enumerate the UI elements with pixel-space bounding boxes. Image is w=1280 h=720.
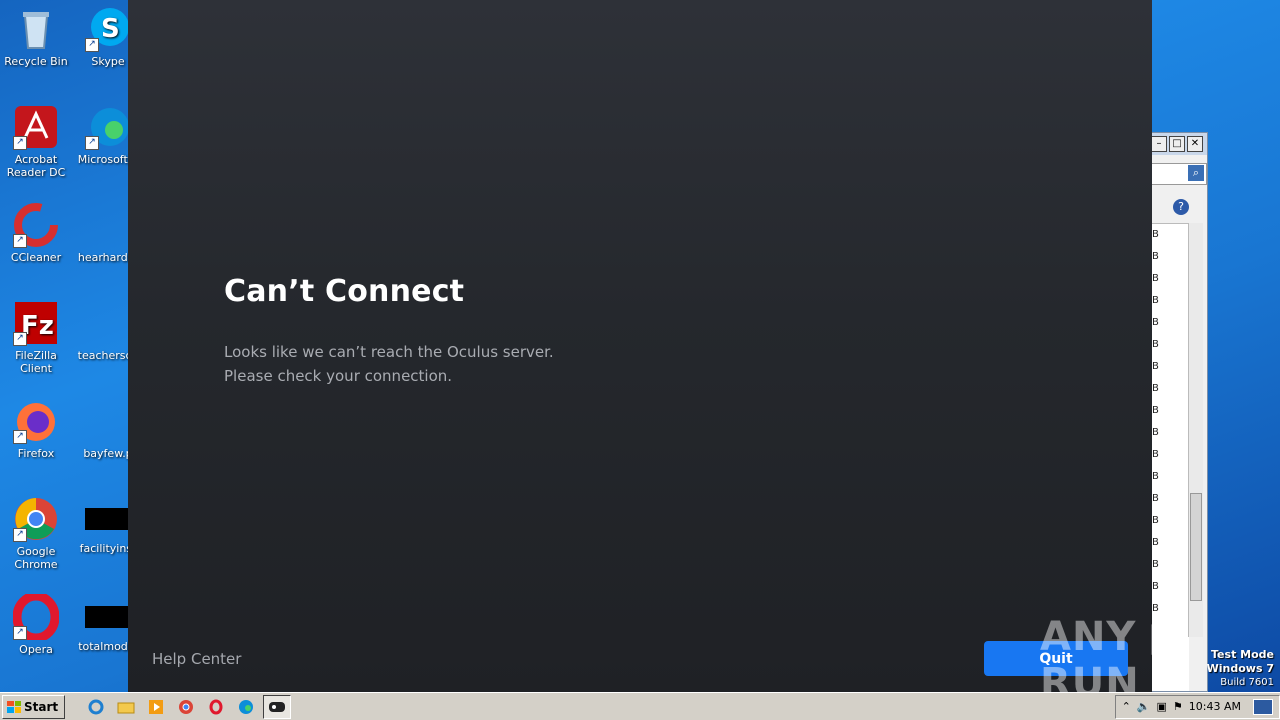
chrome-icon[interactable] [173,696,199,718]
shortcut-arrow-icon: ↗ [13,136,27,150]
desktop-icon-filezilla[interactable]: Fz ↗ FileZilla Client [0,300,72,375]
desktop-icon-label: Google Chrome [14,545,58,571]
list-item[interactable]: B [1151,268,1189,290]
list-item[interactable]: B [1151,246,1189,268]
page-title: Can’t Connect [224,274,465,309]
system-tray: ⌃ 🔈 ▣ ⚑ 10:43 AM [1114,694,1280,719]
list-item[interactable]: B [1151,224,1189,246]
search-input[interactable]: ⌕ [1151,163,1207,185]
file-icon [85,398,131,444]
shortcut-arrow-icon: ↗ [85,38,99,52]
network-icon[interactable]: ▣ [1157,700,1167,713]
list-item[interactable]: B [1151,290,1189,312]
vertical-scrollbar[interactable] [1188,223,1203,637]
tray-expand-icon[interactable]: ⌃ [1122,700,1131,713]
desktop-icon-acrobat[interactable]: ↗ Acrobat Reader DC [0,104,72,179]
volume-icon[interactable]: 🔈 [1137,700,1151,713]
shortcut-arrow-icon: ↗ [13,626,27,640]
shortcut-arrow-icon: ↗ [85,136,99,150]
list-item[interactable]: B [1151,488,1189,510]
help-center-link[interactable]: Help Center [152,650,241,668]
list-item[interactable]: B [1151,576,1189,598]
oculus-app-icon[interactable] [263,694,292,719]
search-icon[interactable]: ⌕ [1188,165,1204,181]
chrome-icon: ↗ [13,496,59,542]
list-item[interactable]: B [1151,400,1189,422]
shortcut-arrow-icon: ↗ [13,332,27,346]
desktop-icon-label: Recycle Bin [4,55,68,68]
list-item[interactable]: B [1151,334,1189,356]
oculus-app-window: Can’t Connect Looks like we can’t reach … [128,0,1152,692]
start-label: Start [24,699,59,714]
taskbar: Start ⌃ 🔈 ▣ ⚑ 10:43 AM [0,692,1280,720]
quick-launch [83,694,292,719]
firefox-icon: ↗ [13,398,59,444]
scrollbar-thumb[interactable] [1190,493,1202,601]
desktop-icon-label: Opera [19,643,53,656]
file-icon [85,508,131,530]
recycle-bin-icon [13,6,59,52]
start-button[interactable]: Start [2,694,66,719]
acrobat-icon: ↗ [13,104,59,150]
minimize-icon[interactable]: – [1151,136,1167,152]
file-icon [85,202,131,248]
media-player-icon[interactable] [143,696,169,718]
list-item[interactable]: B [1151,444,1189,466]
action-center-flag-icon[interactable]: ⚑ [1173,700,1183,713]
edge-icon[interactable] [233,696,259,718]
shortcut-arrow-icon: ↗ [13,430,27,444]
desktop-icon-label: Skype [91,55,125,68]
desktop-icon-firefox[interactable]: ↗ Firefox [0,398,72,460]
close-icon[interactable]: ✕ [1187,136,1203,152]
file-icon [85,606,131,628]
window-caption: – □ ✕ [1151,133,1207,155]
list-item[interactable]: B [1151,312,1189,334]
desktop-icon-label: FileZilla Client [15,349,57,375]
desktop-icon-ccleaner[interactable]: ↗ CCleaner [0,202,72,264]
desktop-icon-label: bayfew.p [83,447,133,460]
ccleaner-icon: ↗ [13,202,59,248]
help-icon[interactable]: ? [1173,199,1189,215]
skype-icon: S ↗ [85,6,131,52]
edge-icon: ↗ [85,104,131,150]
ie-icon[interactable] [83,696,109,718]
opera-icon: ↗ [12,591,60,643]
list-item[interactable]: B [1151,466,1189,488]
desktop-icon-label: Firefox [17,447,55,460]
list-item[interactable]: B [1151,510,1189,532]
desktop-icon-chrome[interactable]: ↗ Google Chrome [0,496,72,571]
folder-icon[interactable] [113,696,139,718]
show-desktop-button[interactable] [1253,698,1273,715]
desktop-icon-label: CCleaner [10,251,62,264]
list-item[interactable]: B [1151,532,1189,554]
list-item[interactable]: B [1151,554,1189,576]
opera-icon[interactable] [203,696,229,718]
file-icon [85,300,131,346]
list-item[interactable]: B [1151,356,1189,378]
shortcut-arrow-icon: ↗ [13,528,27,542]
list-item[interactable]: B [1151,378,1189,400]
filezilla-icon: Fz ↗ [13,300,59,346]
error-message: Looks like we can’t reach the Oculus ser… [224,343,554,385]
svg-text:S: S [101,14,120,44]
desktop-icon-recycle-bin[interactable]: Recycle Bin [0,6,72,68]
list-item[interactable]: B [1151,422,1189,444]
desktop-icon-label: Acrobat Reader DC [6,153,66,179]
desktop-icon-opera[interactable]: ↗ Opera [0,591,72,656]
maximize-icon[interactable]: □ [1169,136,1185,152]
windows-flag-icon [7,700,21,713]
clock[interactable]: 10:43 AM [1189,700,1241,713]
shortcut-arrow-icon: ↗ [13,234,27,248]
background-window[interactable]: – □ ✕ ⌕ ? B B B B B B B B B B B B B B B … [1150,132,1208,692]
